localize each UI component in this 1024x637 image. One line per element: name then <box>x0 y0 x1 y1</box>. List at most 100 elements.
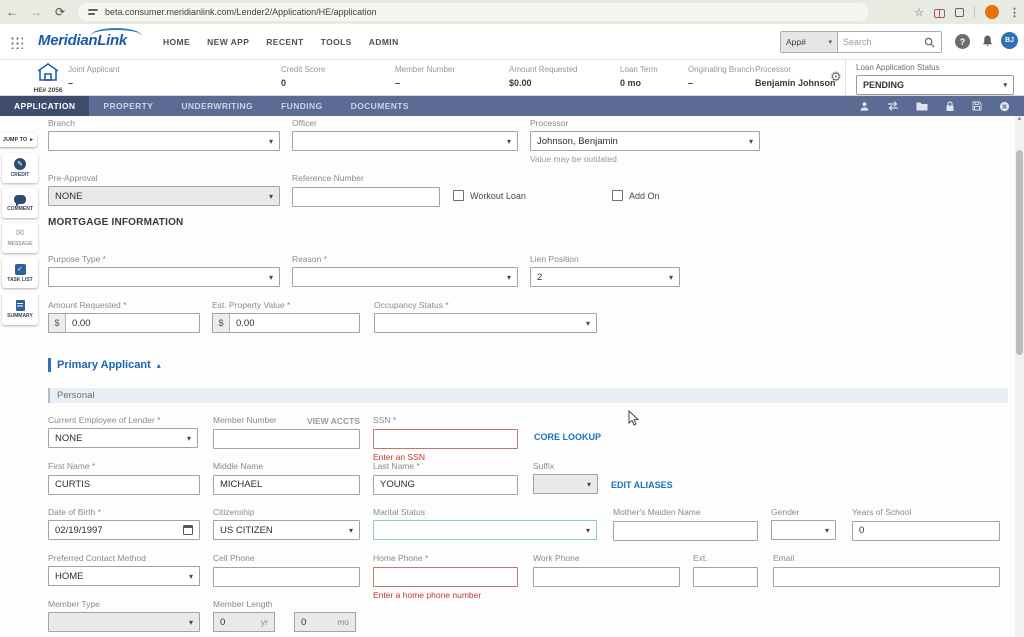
sidebar-item-message[interactable]: ✉ MESSAGE <box>2 223 38 253</box>
member-number-input[interactable] <box>213 429 360 449</box>
browser-reload-icon[interactable]: ⟳ <box>48 5 72 19</box>
app-grid-icon[interactable] <box>10 36 23 49</box>
search-icon[interactable] <box>924 37 935 48</box>
loan-home-block[interactable]: HE# 2056 <box>26 62 70 94</box>
url-text: beta.consumer.meridianlink.com/Lender2/A… <box>105 7 377 17</box>
compare-arrows-icon[interactable] <box>887 101 899 111</box>
mothers-maiden-name-input[interactable] <box>613 521 758 541</box>
nav-recent[interactable]: RECENT <box>266 37 303 47</box>
browser-back-icon[interactable]: ← <box>0 5 24 19</box>
reference-number-input[interactable] <box>292 187 440 207</box>
primary-applicant-header[interactable]: Primary Applicant ▴ <box>48 358 161 372</box>
tab-group-icon[interactable] <box>934 9 945 16</box>
browser-toolbar: ← → ⟳ beta.consumer.meridianlink.com/Len… <box>0 0 1024 24</box>
sidebar-item-summary[interactable]: SUMMARY <box>2 293 38 325</box>
browser-menu-icon[interactable]: ⋮ <box>1009 6 1020 19</box>
sidebar-item-task-list[interactable]: ✓ TASK LIST <box>2 258 38 288</box>
cell-phone-input[interactable] <box>213 567 360 587</box>
member-length-months-input[interactable] <box>301 617 325 628</box>
edit-aliases-link[interactable]: EDIT ALIASES <box>611 480 673 490</box>
reason-select[interactable] <box>292 267 518 287</box>
scroll-up-icon[interactable]: ▲ <box>1015 116 1024 122</box>
ext-input[interactable] <box>693 567 758 587</box>
tab-funding[interactable]: FUNDING <box>267 96 337 116</box>
sidebar-item-comment[interactable]: COMMENT <box>2 188 38 218</box>
calendar-icon[interactable] <box>183 525 193 535</box>
member-type-select[interactable] <box>48 612 200 632</box>
member-length-years-input[interactable] <box>220 617 244 628</box>
field-purpose-type: Purpose Type * <box>48 254 280 287</box>
loan-settings-gear-icon[interactable]: ⚙ <box>830 69 842 85</box>
extensions-icon[interactable] <box>955 8 964 17</box>
suffix-select[interactable] <box>533 474 598 494</box>
lock-icon[interactable] <box>945 101 955 112</box>
folder-icon[interactable] <box>916 101 928 111</box>
tab-underwriting[interactable]: UNDERWRITING <box>167 96 267 116</box>
processor-select[interactable]: Johnson, Benjamin <box>530 131 760 151</box>
address-bar[interactable]: beta.consumer.meridianlink.com/Lender2/A… <box>78 3 868 21</box>
field-suffix: Suffix <box>533 461 598 494</box>
tab-property[interactable]: PROPERTY <box>89 96 167 116</box>
field-reason: Reason * <box>292 254 518 287</box>
site-info-icon[interactable] <box>88 8 98 16</box>
middle-name-input[interactable] <box>213 475 360 495</box>
loan-status-panel: Loan Application Status PENDING▾ <box>856 63 1014 95</box>
app-number-select[interactable]: App#▾ <box>781 32 838 52</box>
close-circle-icon[interactable] <box>999 101 1010 112</box>
nav-tools[interactable]: TOOLS <box>321 37 352 47</box>
field-current-employee: Current Employee of Lender * NONE <box>48 415 198 448</box>
summary-joint-applicant: Joint Applicant– <box>68 65 120 88</box>
nav-new-app[interactable]: NEW APP <box>207 37 249 47</box>
gender-select[interactable] <box>771 520 836 540</box>
view-accts-link[interactable]: VIEW ACCTS <box>300 416 360 426</box>
citizenship-select[interactable]: US CITIZEN <box>213 520 360 540</box>
bookmark-star-icon[interactable]: ☆ <box>914 6 924 19</box>
message-icon: ✉ <box>16 229 24 239</box>
preapproval-select[interactable]: NONE <box>48 186 280 206</box>
meridianlink-logo: MeridianLink <box>38 32 127 49</box>
user-avatar[interactable]: BJ <box>1001 32 1018 49</box>
work-phone-input[interactable] <box>533 567 680 587</box>
purpose-type-select[interactable] <box>48 267 280 287</box>
years-of-school-input[interactable] <box>852 521 1000 541</box>
field-home-phone: Home Phone * Enter a home phone number <box>373 553 518 600</box>
amount-requested-input[interactable] <box>66 314 199 332</box>
sidebar-item-credit[interactable]: ✎ CREDIT <box>2 153 38 183</box>
loan-status-select[interactable]: PENDING▾ <box>856 75 1014 95</box>
search-input[interactable] <box>838 37 924 47</box>
preferred-contact-select[interactable]: HOME <box>48 566 200 586</box>
summary-loan-term: Loan Term0 mo <box>620 65 658 88</box>
lien-position-select[interactable]: 2 <box>530 267 680 287</box>
save-icon[interactable] <box>972 101 982 111</box>
branch-select[interactable] <box>48 131 280 151</box>
home-phone-input[interactable] <box>373 567 518 587</box>
notifications-bell-icon[interactable] <box>981 34 994 53</box>
workout-loan-checkbox[interactable] <box>453 190 464 201</box>
date-of-birth-input[interactable] <box>55 525 183 536</box>
collapse-caret-icon[interactable]: ▴ <box>157 361 161 370</box>
help-icon[interactable]: ? <box>955 34 970 49</box>
browser-forward-icon[interactable]: → <box>24 5 48 19</box>
occupancy-status-select[interactable] <box>374 313 597 333</box>
nav-admin[interactable]: ADMIN <box>369 37 399 47</box>
marital-status-select[interactable] <box>373 520 597 540</box>
est-property-value-input[interactable] <box>230 314 359 332</box>
add-on-checkbox[interactable] <box>612 190 623 201</box>
field-amount-requested: Amount Requested * $ <box>48 300 200 333</box>
divider <box>845 60 846 96</box>
ssn-input[interactable] <box>373 429 518 449</box>
first-name-input[interactable] <box>48 475 200 495</box>
core-lookup-link[interactable]: CORE LOOKUP <box>534 432 601 442</box>
browser-profile-avatar[interactable] <box>985 5 999 19</box>
officer-select[interactable] <box>292 131 518 151</box>
current-employee-select[interactable]: NONE <box>48 428 198 448</box>
tab-documents[interactable]: DOCUMENTS <box>337 96 423 116</box>
scrollbar-thumb[interactable] <box>1016 150 1023 355</box>
tab-application[interactable]: APPLICATION <box>0 96 89 116</box>
email-input[interactable] <box>773 567 1000 587</box>
nav-home[interactable]: HOME <box>163 37 190 47</box>
jump-to-button[interactable]: JUMP TO► <box>0 133 37 147</box>
divider <box>974 6 975 18</box>
applicant-icon[interactable] <box>859 101 870 112</box>
last-name-input[interactable] <box>373 475 518 495</box>
